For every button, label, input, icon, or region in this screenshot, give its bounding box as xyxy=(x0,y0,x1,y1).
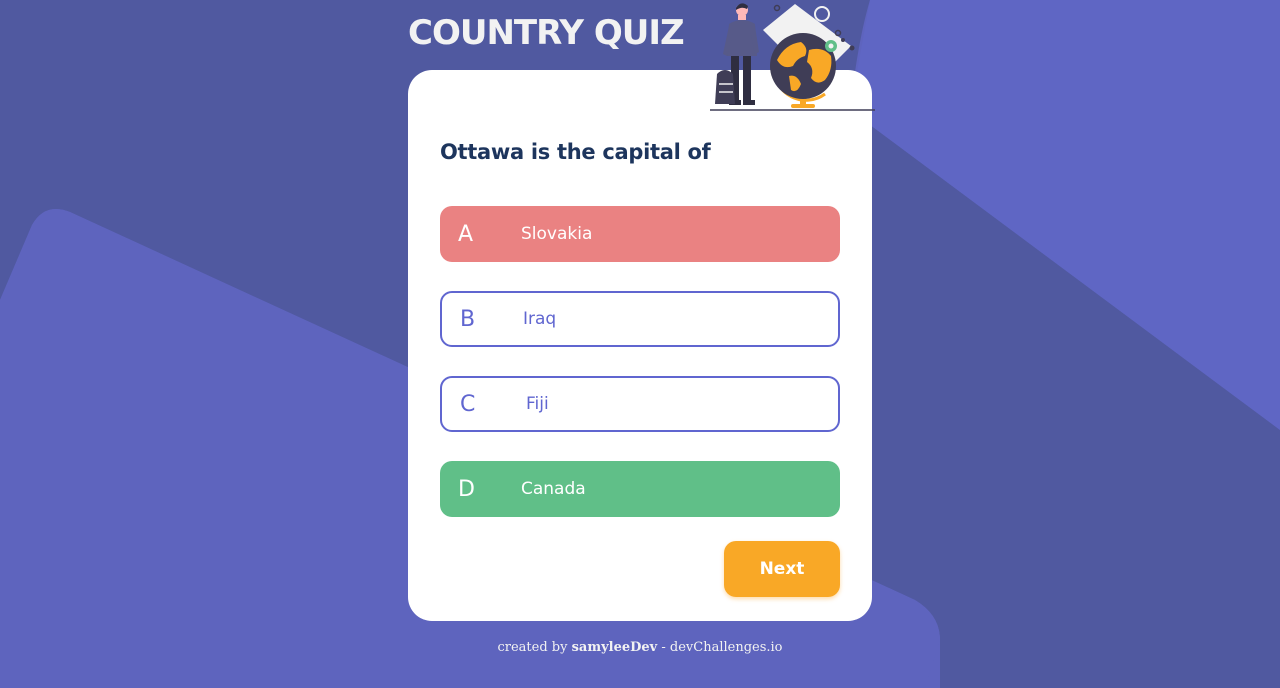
footer-author[interactable]: samyleeDev xyxy=(572,640,658,655)
quiz-card: Ottawa is the capital of A Slovakia B Ir… xyxy=(408,70,872,621)
option-label: Canada xyxy=(521,479,586,499)
answer-option-c[interactable]: C Fiji xyxy=(440,376,840,432)
traveler-with-globe-illustration xyxy=(710,3,875,111)
answer-option-b[interactable]: B Iraq xyxy=(440,291,840,347)
option-letter: C xyxy=(460,391,476,417)
answer-option-a[interactable]: A Slovakia xyxy=(440,206,840,262)
next-button[interactable]: Next xyxy=(724,541,840,597)
option-letter: A xyxy=(458,221,474,247)
footer-prefix: created by xyxy=(497,640,568,655)
option-label: Slovakia xyxy=(521,224,593,244)
app-title: COUNTRY QUIZ xyxy=(408,13,685,53)
footer-suffix: - devChallenges.io xyxy=(661,640,783,655)
option-label: Fiji xyxy=(526,394,549,414)
option-letter: B xyxy=(460,306,476,332)
option-letter: D xyxy=(458,476,475,502)
footer: created by samyleeDev - devChallenges.io xyxy=(0,640,1280,655)
question-text: Ottawa is the capital of xyxy=(440,140,711,164)
answer-option-d[interactable]: D Canada xyxy=(440,461,840,517)
option-label: Iraq xyxy=(523,309,557,329)
